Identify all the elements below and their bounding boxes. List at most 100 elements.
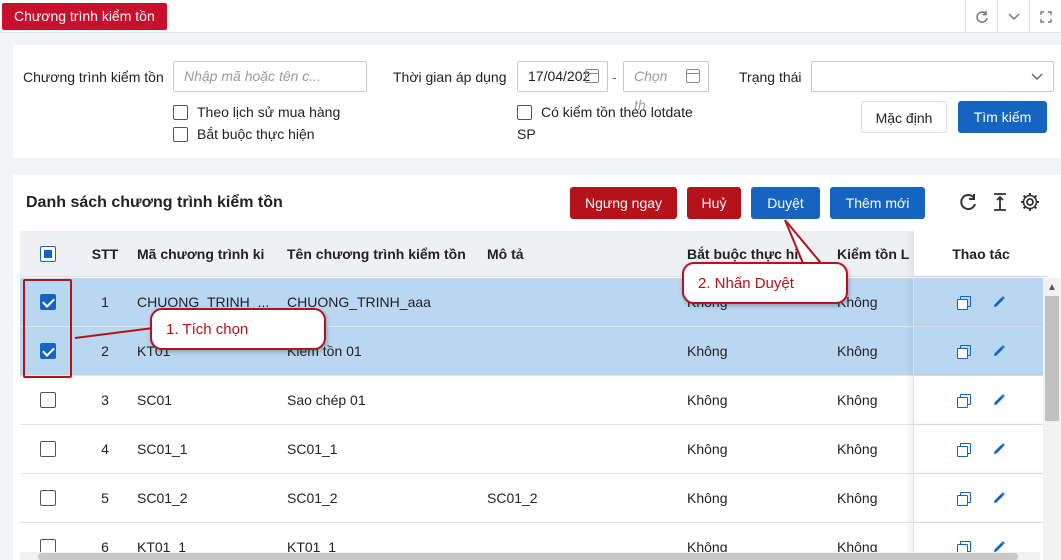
row-select-cell[interactable] xyxy=(40,425,60,473)
copy-icon[interactable] xyxy=(956,393,971,408)
col-name[interactable]: Tên chương trình kiểm tồn xyxy=(287,231,482,276)
program-search-input[interactable]: Nhập mã hoặc tên c... xyxy=(173,61,367,92)
vertical-scroll-thumb[interactable] xyxy=(1045,296,1059,421)
cell-desc xyxy=(487,376,677,424)
program-label: Chương trình kiểm tồn xyxy=(23,69,164,85)
col-code[interactable]: Mã chương trình ki xyxy=(137,231,272,276)
approve-button[interactable]: Duyệt xyxy=(751,187,820,219)
row-select-cell[interactable] xyxy=(40,474,60,522)
cell-lot: Không xyxy=(837,392,878,408)
horizontal-scroll-thumb[interactable] xyxy=(38,553,1018,560)
cell-stt: 5 xyxy=(101,490,109,506)
cell-required: Không xyxy=(687,490,728,506)
row-checkbox[interactable] xyxy=(40,441,56,457)
gear-icon[interactable] xyxy=(1019,191,1041,213)
calendar-icon[interactable] xyxy=(686,69,700,83)
callout-step-2: 2. Nhấn Duyệt xyxy=(682,262,848,304)
required-checkbox[interactable] xyxy=(173,126,188,142)
date-from-value: 17/04/202 xyxy=(528,68,591,84)
lotdate-checkbox[interactable] xyxy=(517,104,532,120)
row-checkbox[interactable] xyxy=(40,490,56,506)
copy-icon[interactable] xyxy=(956,442,971,457)
chk-history-row[interactable]: Theo lịch sử mua hàng xyxy=(173,104,340,120)
time-label: Thời gian áp dụng xyxy=(393,69,507,85)
edit-icon[interactable] xyxy=(992,344,1006,358)
history-checkbox[interactable] xyxy=(173,104,188,120)
cell-actions xyxy=(913,278,1048,326)
cell-code: SC01 xyxy=(137,392,173,408)
select-all-cell[interactable] xyxy=(40,231,60,276)
required-checkbox-label: Bắt buộc thực hiện xyxy=(197,126,315,142)
col-lot[interactable]: Kiểm tồn L xyxy=(837,231,912,276)
list-title: Danh sách chương trình kiểm tồn xyxy=(26,194,283,211)
chevron-down-icon xyxy=(1031,73,1043,80)
edit-icon[interactable] xyxy=(992,491,1006,505)
horizontal-scrollbar[interactable] xyxy=(20,552,1040,560)
tab-chuong-trinh-kiem-ton[interactable]: Chương trình kiểm tồn xyxy=(2,3,167,30)
row-checkbox[interactable] xyxy=(40,392,56,408)
vertical-scrollbar[interactable]: ▲ xyxy=(1043,278,1061,560)
cancel-button[interactable]: Huỷ xyxy=(687,187,741,219)
cell-required: Không xyxy=(687,392,728,408)
cell-desc xyxy=(487,327,677,375)
table-row[interactable]: 3 SC01 Sao chép 01 Không Không xyxy=(20,376,1048,425)
date-to-input[interactable]: Chọn th xyxy=(623,61,709,113)
cell-lot: Không xyxy=(837,294,878,310)
chk-lotdate-row[interactable]: Có kiểm tồn theo lotdate xyxy=(517,104,693,120)
cell-stt: 2 xyxy=(101,343,109,359)
copy-icon[interactable] xyxy=(956,295,971,310)
edit-icon[interactable] xyxy=(992,393,1006,407)
default-button[interactable]: Mặc định xyxy=(861,101,947,133)
col-stt: STT xyxy=(91,245,119,262)
cell-code: SC01_2 xyxy=(137,490,188,506)
table-header: STT Mã chương trình ki Tên chương trình … xyxy=(20,231,1048,277)
table-row[interactable]: 4 SC01_1 SC01_1 Không Không xyxy=(20,425,1048,474)
cell-code: SC01_1 xyxy=(137,441,188,457)
edit-icon[interactable] xyxy=(992,295,1006,309)
refresh-icon[interactable] xyxy=(958,191,980,213)
cell-lot: Không xyxy=(837,490,878,506)
export-icon[interactable] xyxy=(989,191,1011,213)
callout-step-1: 1. Tích chọn xyxy=(150,308,326,350)
lotdate-label-suffix: SP xyxy=(517,126,536,142)
date-from-input[interactable]: 17/04/202 xyxy=(517,61,608,92)
search-button[interactable]: Tìm kiếm xyxy=(958,101,1047,133)
cell-desc xyxy=(487,278,677,326)
cell-actions xyxy=(913,376,1048,424)
refresh-icon[interactable] xyxy=(965,0,997,33)
chevron-down-icon[interactable] xyxy=(997,0,1029,33)
cell-actions xyxy=(913,474,1048,522)
cell-desc xyxy=(487,425,677,473)
selection-highlight-box xyxy=(23,279,72,378)
filter-panel: Chương trình kiểm tồn Nhập mã hoặc tên c… xyxy=(13,45,1061,158)
cell-name: Sao chép 01 xyxy=(287,392,366,408)
calendar-icon[interactable] xyxy=(585,69,599,83)
cell-stt: 1 xyxy=(101,294,109,310)
cell-stt: 3 xyxy=(101,392,109,408)
col-desc[interactable]: Mô tả xyxy=(487,231,677,276)
copy-icon[interactable] xyxy=(956,491,971,506)
row-select-cell[interactable] xyxy=(40,376,60,424)
top-icon-group xyxy=(965,0,1061,33)
date-separator: - xyxy=(612,69,617,85)
select-all-checkbox[interactable] xyxy=(40,245,56,262)
cell-name: SC01_2 xyxy=(287,490,338,506)
copy-icon[interactable] xyxy=(956,344,971,359)
list-panel: Danh sách chương trình kiểm tồn Ngưng ng… xyxy=(13,175,1061,560)
cell-actions xyxy=(913,425,1048,473)
cell-actions xyxy=(913,327,1048,375)
cell-required: Không xyxy=(687,441,728,457)
edit-icon[interactable] xyxy=(992,442,1006,456)
cell-name: SC01_1 xyxy=(287,441,338,457)
stop-now-button[interactable]: Ngưng ngay xyxy=(570,187,677,219)
table-row[interactable]: 5 SC01_2 SC01_2 SC01_2 Không Không xyxy=(20,474,1048,523)
status-select[interactable] xyxy=(811,61,1054,92)
chk-required-row[interactable]: Bắt buộc thực hiện xyxy=(173,126,315,142)
program-table: STT Mã chương trình ki Tên chương trình … xyxy=(20,231,1048,560)
scroll-up-arrow[interactable]: ▲ xyxy=(1047,282,1057,293)
cell-lot: Không xyxy=(837,441,878,457)
expand-icon[interactable] xyxy=(1029,0,1061,33)
add-new-button[interactable]: Thêm mới xyxy=(830,187,925,219)
lotdate-checkbox-label: Có kiểm tồn theo lotdate xyxy=(541,104,693,120)
cell-desc: SC01_2 xyxy=(487,490,538,506)
